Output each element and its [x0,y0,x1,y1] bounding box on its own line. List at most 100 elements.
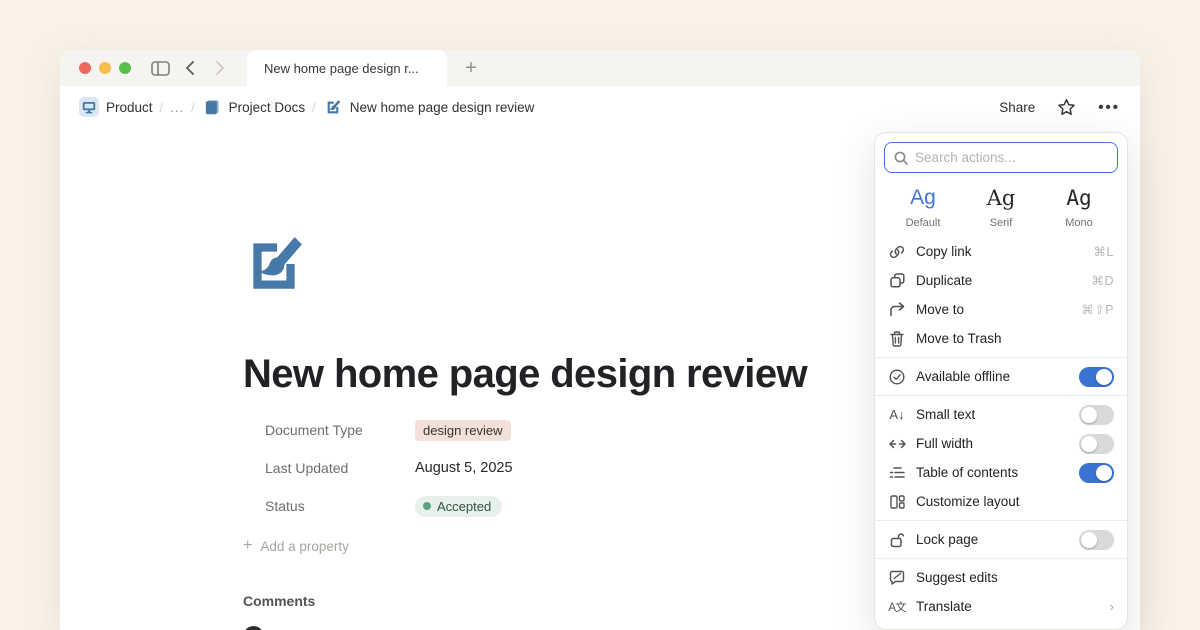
font-label: Mono [1040,217,1118,229]
menu-divider [875,357,1127,358]
shortcut-hint: ⌘L [1094,244,1114,259]
minimize-window-button[interactable] [99,62,111,74]
table-of-contents-icon [888,466,906,479]
search-actions-box[interactable] [884,142,1118,173]
menu-item-label: Table of contents [916,465,1018,480]
lock-page-toggle[interactable] [1079,530,1114,550]
page-options-menu: Ag Default Ag Serif Ag Mono Copy link ⌘L… [874,132,1128,630]
breadcrumb-label: Project Docs [229,100,306,115]
breadcrumb-label: Product [106,100,153,115]
more-options-icon[interactable]: ••• [1098,99,1120,116]
menu-item-translate[interactable]: A文 Translate › [884,592,1118,621]
font-option-mono[interactable]: Ag Mono [1040,185,1118,229]
menu-item-label: Lock page [916,532,978,547]
property-text-value[interactable]: August 5, 2025 [415,460,513,476]
trash-icon [888,331,906,347]
menu-item-duplicate[interactable]: Duplicate ⌘D [884,266,1118,295]
breadcrumb-item-product[interactable]: Product [79,97,153,117]
full-width-toggle[interactable] [1079,434,1114,454]
property-label: Document Type [265,422,415,438]
active-tab[interactable]: New home page design r... [247,50,447,86]
breadcrumb-label: New home page design review [350,100,535,115]
menu-item-label: Available offline [916,369,1010,384]
duplicate-icon [888,273,906,288]
book-icon [202,97,222,117]
menu-item-lock-page[interactable]: Lock page [884,525,1118,554]
back-button[interactable] [175,50,205,86]
traffic-lights [60,62,145,74]
shortcut-hint: ⌘D [1091,273,1114,288]
add-property-label: Add a property [260,539,349,554]
monitor-icon [79,97,99,117]
status-badge[interactable]: Accepted [415,496,502,517]
property-label: Status [265,498,415,514]
available-offline-toggle[interactable] [1079,367,1114,387]
close-window-button[interactable] [79,62,91,74]
breadcrumb-item-page[interactable]: New home page design review [323,97,535,117]
forward-button[interactable] [205,50,235,86]
font-sample: Ag [962,185,1040,211]
favorite-star-icon[interactable] [1057,98,1076,116]
menu-item-small-text[interactable]: A↓ Small text [884,400,1118,429]
breadcrumb-item-project-docs[interactable]: Project Docs [202,97,306,117]
menu-item-suggest-edits[interactable]: Suggest edits [884,563,1118,592]
translate-icon: A文 [888,599,906,615]
menu-item-full-width[interactable]: Full width [884,429,1118,458]
share-button[interactable]: Share [999,100,1035,115]
breadcrumb-separator: / [160,100,164,115]
breadcrumb-separator: / [312,100,316,115]
menu-item-label: Move to Trash [916,331,1002,346]
full-width-arrows-icon [888,439,906,449]
menu-item-available-offline[interactable]: Available offline [884,362,1118,391]
menu-item-move-to-trash[interactable]: Move to Trash [884,324,1118,353]
move-to-arrow-icon [888,302,906,317]
font-option-serif[interactable]: Ag Serif [962,185,1040,229]
small-text-toggle[interactable] [1079,405,1114,425]
menu-item-label: Customize layout [916,494,1020,509]
breadcrumb-item-ellipsis[interactable]: ... [170,100,184,115]
unlock-icon [888,532,906,548]
sidebar-toggle-icon[interactable] [145,50,175,86]
edit-brush-icon [323,97,343,117]
layout-icon [888,495,906,509]
status-label: Accepted [437,499,491,514]
shortcut-hint: ⌘⇧P [1081,302,1114,317]
breadcrumb: Product / ... / Project Docs / New home … [60,86,1140,128]
menu-divider [875,558,1127,559]
top-actions: Share ••• [999,98,1120,116]
suggest-edits-icon [888,570,906,585]
link-icon [888,244,906,260]
menu-item-customize-layout[interactable]: Customize layout [884,487,1118,516]
new-tab-button[interactable]: + [457,57,485,80]
font-label: Serif [962,217,1040,229]
menu-item-label: Full width [916,436,973,451]
font-sample: Ag [884,185,962,211]
property-label: Last Updated [265,460,415,476]
menu-item-move-to[interactable]: Move to ⌘⇧P [884,295,1118,324]
tab-bar: New home page design r... + [60,50,1140,86]
small-text-icon: A↓ [888,407,906,422]
menu-divider [875,520,1127,521]
menu-divider [875,395,1127,396]
menu-item-copy-link[interactable]: Copy link ⌘L [884,237,1118,266]
menu-item-label: Translate [916,599,972,614]
page-edit-brush-icon[interactable] [243,233,305,295]
status-dot-icon [423,502,431,510]
menu-item-label: Move to [916,302,964,317]
plus-icon: + [243,537,252,555]
search-icon [894,151,908,165]
menu-item-label: Duplicate [916,273,972,288]
font-picker: Ag Default Ag Serif Ag Mono [884,185,1118,229]
menu-item-label: Suggest edits [916,570,998,585]
user-avatar [243,626,264,630]
check-circle-icon [888,369,906,385]
font-option-default[interactable]: Ag Default [884,185,962,229]
menu-item-table-of-contents[interactable]: Table of contents [884,458,1118,487]
search-actions-input[interactable] [915,150,1108,165]
chevron-right-icon: › [1110,599,1114,614]
tab-title: New home page design r... [264,61,419,76]
menu-item-label: Copy link [916,244,972,259]
property-tag-value[interactable]: design review [415,420,511,441]
zoom-window-button[interactable] [119,62,131,74]
table-of-contents-toggle[interactable] [1079,463,1114,483]
